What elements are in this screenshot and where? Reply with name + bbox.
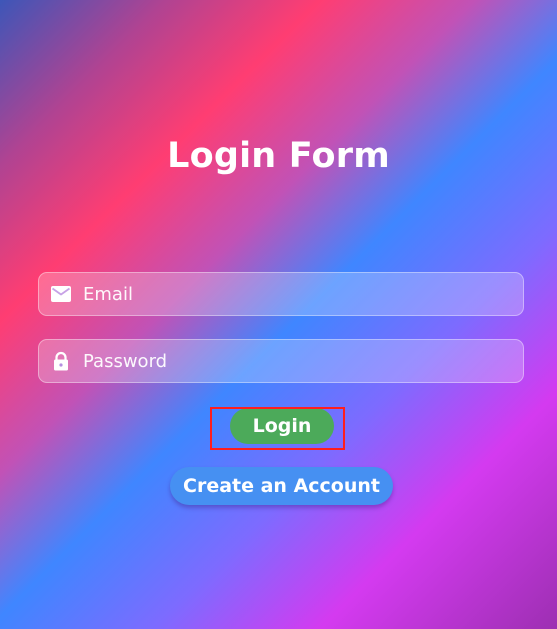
email-field[interactable]	[38, 272, 524, 316]
create-account-button[interactable]: Create an Account	[170, 467, 393, 505]
form-title: Login Form	[167, 136, 390, 176]
password-field[interactable]	[38, 339, 524, 383]
lock-icon	[51, 351, 71, 371]
email-input[interactable]	[83, 273, 513, 315]
login-button[interactable]: Login	[230, 408, 334, 444]
password-input[interactable]	[83, 340, 513, 382]
envelope-icon	[51, 284, 71, 304]
login-form: Login Form Login Create an Account	[0, 0, 557, 629]
